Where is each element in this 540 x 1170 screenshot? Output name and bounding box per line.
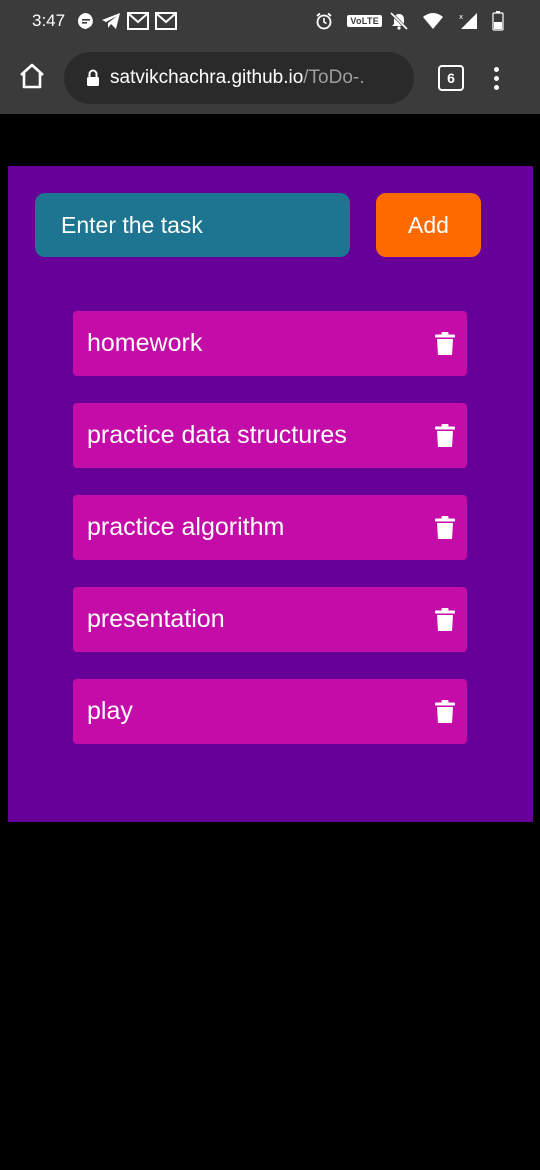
todo-app: Add homework practice data structures pr… [8, 166, 533, 822]
alarm-icon [315, 12, 333, 30]
task-text: presentation [87, 605, 225, 633]
home-icon [18, 63, 46, 94]
url-domain: satvikchachra.github.io [110, 67, 304, 88]
trash-icon[interactable] [435, 423, 455, 448]
task-item: play [73, 679, 467, 744]
chat-bubble-icon [77, 12, 95, 30]
add-button[interactable]: Add [376, 193, 481, 257]
url-path: /ToDo-. [303, 67, 365, 88]
battery-icon [492, 11, 504, 31]
address-bar[interactable]: satvikchachra.github.io/ToDo-. [64, 52, 414, 104]
lock-icon [86, 69, 100, 87]
task-item: practice data structures [73, 403, 467, 468]
dot-icon [494, 75, 499, 81]
gmail-icon [155, 12, 178, 30]
trash-icon[interactable] [435, 331, 455, 356]
mute-icon [390, 12, 408, 30]
task-text: practice algorithm [87, 513, 285, 541]
status-time: 3:47 [32, 11, 66, 30]
trash-icon[interactable] [435, 515, 455, 540]
task-input[interactable] [35, 193, 350, 257]
task-item: practice algorithm [73, 495, 467, 560]
wifi-icon [422, 12, 444, 30]
dot-icon [494, 66, 499, 72]
svg-text:x: x [459, 13, 463, 21]
dot-icon [494, 84, 499, 90]
home-button[interactable] [0, 42, 64, 114]
volte-badge: VoLTE [347, 15, 382, 27]
task-item: homework [73, 311, 467, 376]
task-item: presentation [73, 587, 467, 652]
trash-icon[interactable] [435, 699, 455, 724]
status-bar: 3:47 VoLTE x [0, 0, 540, 42]
task-text: practice data structures [87, 421, 347, 449]
more-menu-button[interactable] [494, 66, 499, 90]
tab-switcher-button[interactable]: 6 [438, 65, 464, 91]
task-text: play [87, 697, 133, 725]
signal-icon: x [458, 12, 478, 30]
gmail-icon [127, 12, 150, 30]
browser-toolbar: satvikchachra.github.io/ToDo-. 6 [0, 42, 540, 114]
telegram-icon [101, 12, 121, 30]
trash-icon[interactable] [435, 607, 455, 632]
task-list: homework practice data structures practi… [73, 311, 467, 771]
task-text: homework [87, 329, 203, 357]
